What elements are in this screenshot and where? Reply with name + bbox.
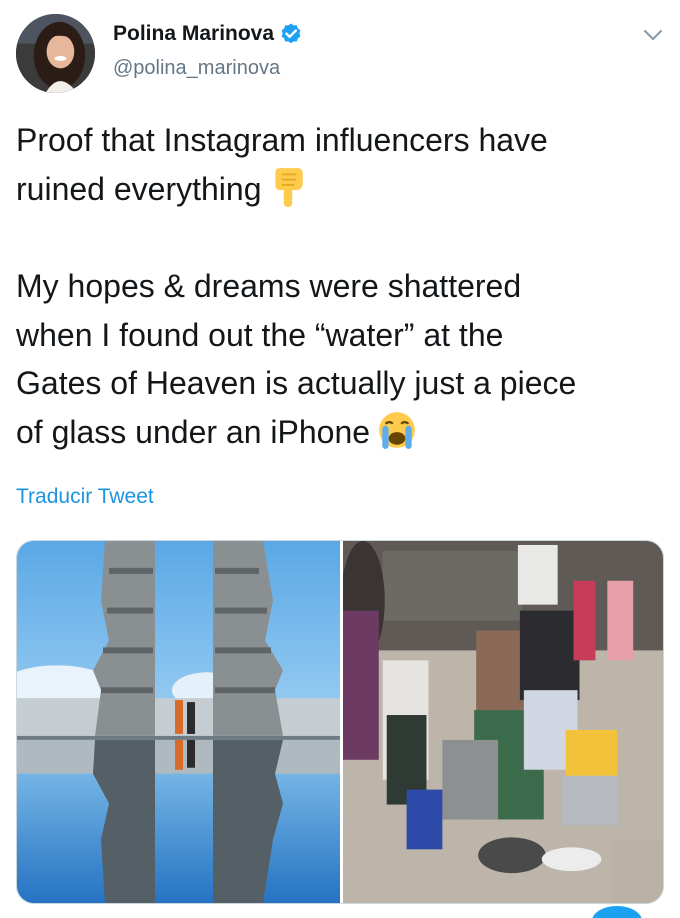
user-handle[interactable]: @polina_marinova [113,57,280,80]
gates-of-heaven-reflection-photo[interactable] [17,541,340,903]
tweet-text-line: when I found out the “water” at the [16,316,504,353]
tweet-text-line: My hopes & dreams were shattered [16,268,522,304]
display-name[interactable]: Polina Marinova [113,22,274,46]
tourists-with-phone-and-glass-photo[interactable] [343,541,663,903]
loudly-crying-face-emoji [376,409,418,451]
compose-button-peek[interactable] [592,906,642,918]
translate-tweet-link[interactable]: Traducir Tweet [16,485,154,509]
tweet-media[interactable] [16,540,664,904]
tweet-text: Proof that Instagram influencers have ru… [16,116,666,456]
tweet-text-line: of glass under an iPhone [16,413,371,450]
tweet[interactable]: Polina Marinova @polina_marinova Proof t… [0,0,680,918]
tweet-text-line-with-emoji: ruined everything [16,165,666,214]
verified-badge-icon [279,22,303,46]
backhand-index-pointing-down-emoji [267,166,309,208]
avatar[interactable] [16,14,95,93]
tweet-text-line: ruined everything [16,170,262,207]
tweet-text-line-with-emoji: of glass under an iPhone [16,408,666,457]
avatar-photo [16,14,95,93]
tweet-text-line: Proof that Instagram influencers have [16,122,548,158]
chevron-down-icon[interactable] [642,24,664,46]
tweet-text-line: Gates of Heaven is actually just a piece [16,365,577,401]
